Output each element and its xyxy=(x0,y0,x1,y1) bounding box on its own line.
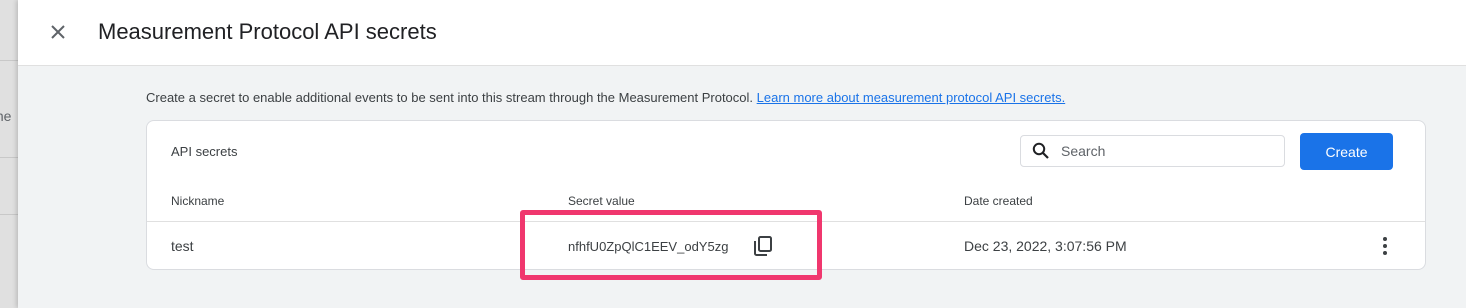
column-header-date-created[interactable]: Date created xyxy=(964,194,1033,208)
column-header-secret-value[interactable]: Secret value xyxy=(568,194,635,208)
background-page: the xyxy=(0,0,18,308)
search-input[interactable] xyxy=(1061,143,1271,159)
more-vert-icon[interactable] xyxy=(1373,234,1397,258)
page-title: Measurement Protocol API secrets xyxy=(98,19,437,44)
background-divider xyxy=(0,60,18,61)
secret-value-cell: nfhfU0ZpQlC1EEV_odY5zg xyxy=(568,239,729,254)
learn-more-link[interactable]: Learn more about measurement protocol AP… xyxy=(757,90,1066,105)
intro-description: Create a secret to enable additional eve… xyxy=(146,90,757,105)
search-icon xyxy=(1021,136,1061,166)
background-divider xyxy=(0,157,18,158)
nickname-cell: test xyxy=(171,238,194,254)
row-divider xyxy=(147,221,1425,222)
date-created-cell: Dec 23, 2022, 3:07:56 PM xyxy=(964,238,1127,254)
intro-text: Create a secret to enable additional eve… xyxy=(146,90,1065,105)
copy-icon[interactable] xyxy=(751,234,775,258)
panel-header: Measurement Protocol API secrets xyxy=(18,0,1466,66)
api-secrets-panel: Measurement Protocol API secrets Create … xyxy=(18,0,1466,308)
close-icon xyxy=(51,25,65,39)
background-partial-text: the xyxy=(0,108,12,124)
column-header-nickname[interactable]: Nickname xyxy=(171,194,224,208)
background-divider xyxy=(0,214,18,215)
card-title: API secrets xyxy=(171,144,238,159)
api-secrets-card: API secrets Create Nickname Secret value… xyxy=(146,120,1426,270)
search-box[interactable] xyxy=(1020,135,1285,167)
close-button[interactable] xyxy=(44,18,72,46)
create-button[interactable]: Create xyxy=(1300,133,1393,170)
